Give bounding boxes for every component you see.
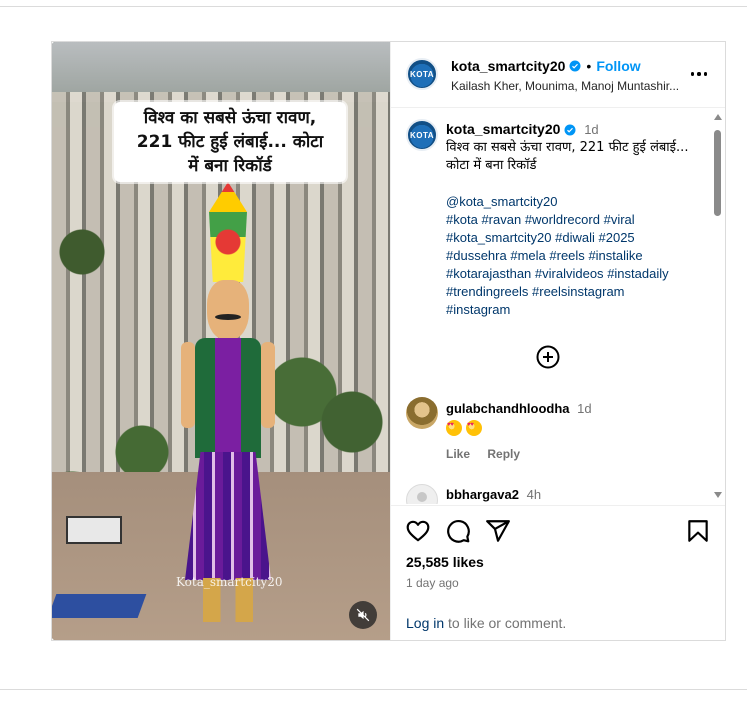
comment-like-button[interactable]: Like	[446, 447, 470, 461]
hashtag-link[interactable]: #instagram	[446, 302, 510, 317]
hashtag-link[interactable]: #dussehra	[446, 248, 507, 263]
comment-header: gulabchandhloodha 1d	[446, 401, 592, 416]
commenter-avatar[interactable]	[406, 484, 438, 504]
effigy-left-arm	[181, 342, 195, 428]
headline-line-3: में बना रिकॉर्ड	[188, 156, 272, 176]
headline-line-1: विश्व का सबसे ऊंचा रावण,	[143, 108, 317, 128]
comment-header: bbhargava2 4h	[446, 487, 541, 502]
video-headline: विश्व का सबसे ऊंचा रावण, 221 फीट हुई लंब…	[114, 102, 346, 182]
hashtag-link[interactable]: #instadaily	[607, 266, 668, 281]
hashtag-link[interactable]: #2025	[599, 230, 635, 245]
comments-scrollbar[interactable]	[713, 114, 722, 498]
post-actions: 25,585 likes 1 day ago Log in to like or…	[391, 505, 725, 640]
more-dot	[697, 72, 701, 76]
caption-text: विश्व का सबसे ऊंचा रावण, 221 फीट हुई लंब…	[446, 140, 689, 173]
hashtag-link[interactable]: #worldrecord	[525, 212, 600, 227]
mute-button[interactable]	[349, 601, 377, 629]
caption-hashtags: @kota_smartcity20 #kota #ravan #worldrec…	[446, 193, 696, 319]
audio-credits[interactable]: Kailash Kher, Mounima, Manoj Muntashir..…	[451, 79, 679, 93]
scroll-down-arrow-icon[interactable]	[714, 492, 722, 498]
avatar-logo-text: KOTA	[409, 130, 435, 140]
hashtag-link[interactable]: #reelsinstagram	[532, 284, 625, 299]
heart-eyes-emoji-icon	[466, 420, 482, 437]
top-divider	[0, 6, 747, 7]
scroll-up-arrow-icon[interactable]	[714, 114, 722, 120]
follow-button[interactable]: Follow	[596, 58, 640, 74]
login-prompt: Log in to like or comment.	[406, 615, 566, 631]
effigy-skirt	[185, 452, 271, 580]
speaker-muted-icon	[356, 608, 370, 622]
verified-badge-icon	[569, 60, 581, 72]
caption-username[interactable]: kota_smartcity20	[446, 121, 560, 137]
effigy-body	[195, 338, 261, 458]
post-age[interactable]: 1 day ago	[406, 576, 459, 590]
commenter-avatar[interactable]	[406, 397, 438, 429]
caption-header: kota_smartcity20 1d	[446, 121, 599, 137]
comment-text	[446, 419, 486, 437]
separator-dot: •	[586, 58, 592, 74]
reel-video[interactable]: विश्व का सबसे ऊंचा रावण, 221 फीट हुई लंब…	[52, 42, 390, 640]
video-tarp	[52, 594, 147, 618]
hashtag-link[interactable]: #trendingreels	[446, 284, 528, 299]
hashtag-link[interactable]: #ravan	[481, 212, 521, 227]
comment-reply-button[interactable]: Reply	[487, 447, 520, 461]
hashtag-link[interactable]: #reels	[549, 248, 584, 263]
comment-icon[interactable]	[445, 518, 471, 544]
instagram-post-modal: विश्व का सबसे ऊंचा रावण, 221 फीट हुई लंब…	[51, 41, 726, 641]
comments-section[interactable]: KOTA kota_smartcity20 1d विश्व का सबसे ऊ…	[391, 109, 726, 504]
mention-link[interactable]: @kota_smartcity20	[446, 194, 557, 209]
more-dot	[703, 72, 708, 76]
heart-eyes-emoji-icon	[446, 420, 462, 437]
hashtag-link[interactable]: #kota_smartcity20	[446, 230, 552, 245]
video-watermark: Kota_smartcity20	[176, 575, 283, 589]
hashtag-link[interactable]: #viral	[604, 212, 635, 227]
comment-time[interactable]: 1d	[577, 401, 591, 416]
load-more-comments-icon[interactable]	[536, 345, 560, 369]
author-avatar[interactable]: KOTA	[406, 58, 438, 90]
caption-time[interactable]: 1d	[584, 122, 598, 137]
comment-actions: Like Reply	[446, 447, 534, 461]
more-options-button[interactable]	[687, 64, 711, 84]
hashtag-link[interactable]: #mela	[510, 248, 545, 263]
headline-line-2: 221 फीट हुई लंबाई... कोटा	[136, 132, 324, 152]
effigy-head	[207, 280, 249, 340]
verified-badge-icon	[564, 124, 576, 136]
comment-username[interactable]: gulabchandhloodha	[446, 401, 570, 416]
scrollbar-thumb[interactable]	[714, 130, 721, 216]
heart-icon[interactable]	[405, 518, 431, 544]
hashtag-link[interactable]: #kotarajasthan	[446, 266, 531, 281]
login-link[interactable]: Log in	[406, 615, 444, 631]
more-horizontal-icon	[690, 72, 695, 76]
avatar-logo-text: KOTA	[409, 69, 435, 79]
post-header: KOTA kota_smartcity20 • Follow Kailash K…	[391, 42, 725, 108]
author-username[interactable]: kota_smartcity20	[451, 58, 565, 74]
video-banner	[66, 516, 122, 544]
hashtag-link[interactable]: #viralvideos	[535, 266, 604, 281]
share-icon[interactable]	[485, 518, 511, 544]
comment-username[interactable]: bbhargava2	[446, 487, 519, 502]
ravan-effigy	[181, 182, 275, 622]
hashtag-link[interactable]: #diwali	[555, 230, 595, 245]
caption-avatar[interactable]: KOTA	[406, 119, 438, 151]
login-prompt-text: to like or comment.	[444, 615, 567, 631]
hashtag-link[interactable]: #instalike	[588, 248, 642, 263]
bottom-divider	[0, 689, 747, 690]
comment-time[interactable]: 4h	[527, 487, 541, 502]
effigy-right-arm	[261, 342, 275, 428]
author-line: kota_smartcity20 • Follow	[451, 58, 641, 74]
post-side-panel: KOTA kota_smartcity20 • Follow Kailash K…	[390, 42, 725, 640]
effigy-crown	[209, 182, 247, 282]
likes-count[interactable]: 25,585 likes	[406, 554, 484, 570]
bookmark-icon[interactable]	[685, 518, 711, 544]
hashtag-link[interactable]: #kota	[446, 212, 478, 227]
